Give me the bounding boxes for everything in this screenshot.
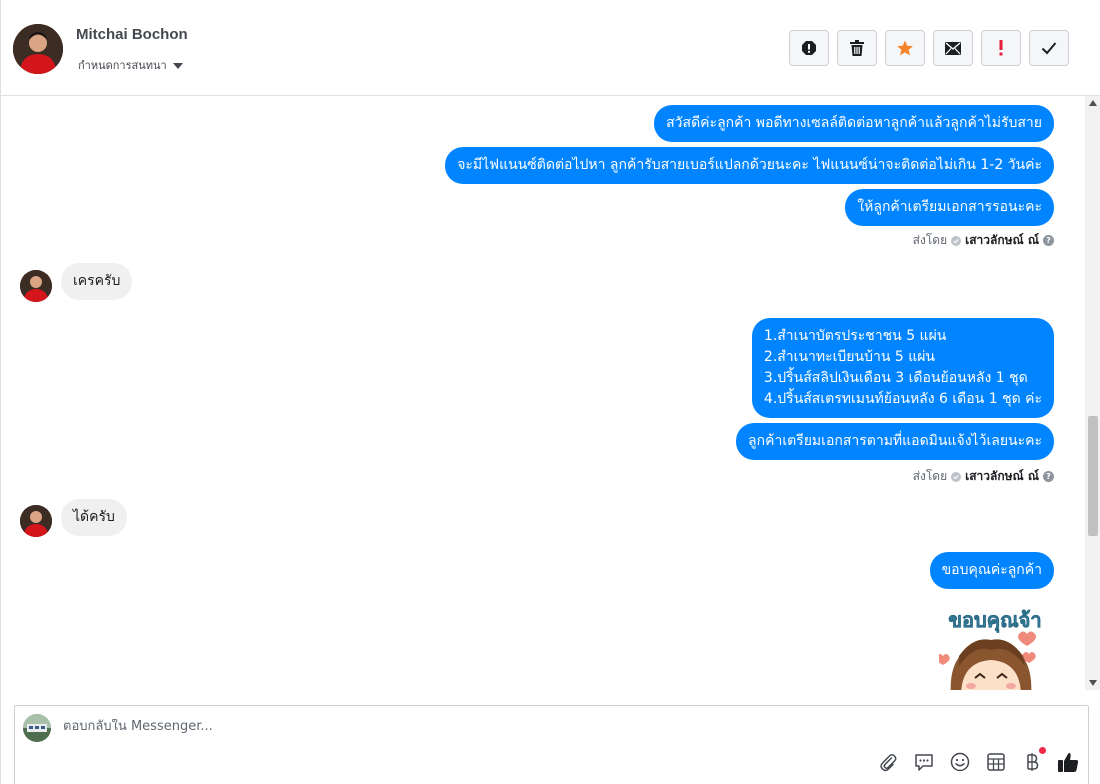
contact-avatar-small[interactable] — [20, 505, 52, 537]
thank-you-sticker[interactable]: ขอบคุณจ้า — [939, 604, 1049, 690]
conversation-toolbar — [789, 30, 1069, 66]
incoming-message[interactable]: ได้ครับ — [61, 499, 127, 536]
reply-input[interactable] — [63, 719, 963, 734]
attach-button[interactable] — [876, 750, 900, 774]
scroll-down-arrow-icon[interactable] — [1089, 680, 1097, 686]
saved-replies-button[interactable] — [912, 750, 936, 774]
outgoing-message[interactable]: จะมีไฟแนนซ์ติดต่อไปหา ลูกค้ารับสายเบอร์แ… — [445, 147, 1054, 184]
baht-icon — [1027, 753, 1039, 771]
delete-button[interactable] — [837, 30, 877, 66]
spam-button[interactable] — [981, 30, 1021, 66]
outgoing-message[interactable]: 1.สำเนาบัตรประชาชน 5 แผ่น 2.สำเนาทะเบียน… — [751, 318, 1054, 418]
smiley-icon — [950, 752, 970, 772]
outgoing-message[interactable]: ให้ลูกค้าเตรียมเอกสารรอนะคะ — [845, 189, 1054, 226]
schedule-dropdown[interactable]: กำหนดการสนทนา — [78, 56, 183, 74]
speech-bubble-icon — [915, 754, 933, 771]
mark-unread-button[interactable] — [933, 30, 973, 66]
table-icon — [987, 753, 1005, 771]
caret-down-icon — [172, 62, 183, 69]
contact-avatar-small[interactable] — [20, 270, 52, 302]
sent-by-prefix: ส่งโดย — [912, 233, 948, 247]
message-composer — [14, 705, 1089, 784]
composer-toolbar — [876, 747, 1080, 774]
contact-avatar[interactable] — [13, 24, 63, 74]
like-button[interactable] — [1056, 750, 1080, 774]
contact-name[interactable]: Mitchai Bochon — [76, 26, 188, 43]
messenger-window: Mitchai Bochon กำหนดการสนทนา สวัสดีค่ะลู… — [0, 0, 1100, 784]
outgoing-message[interactable]: ขอบคุณค่ะลูกค้า — [929, 552, 1054, 589]
outgoing-message[interactable]: สวัสดีค่ะลูกค้า พอดีทางเซลล์ติดต่อหาลูกค… — [654, 105, 1054, 142]
scroll-up-arrow-icon[interactable] — [1089, 100, 1097, 106]
page-avatar — [23, 714, 51, 742]
message-thread: สวัสดีค่ะลูกค้า พอดีทางเซลล์ติดต่อหาลูกค… — [1, 96, 1085, 690]
sticker-girl-icon — [939, 631, 1036, 690]
sent-by-info: ส่งโดย เสาวลักษณ์ ณ์ ? — [913, 467, 1054, 486]
help-icon[interactable]: ? — [1043, 471, 1054, 482]
check-circle-icon — [951, 471, 962, 482]
scroll-thumb[interactable] — [1088, 416, 1098, 536]
thumbs-up-icon — [1058, 753, 1079, 772]
conversation-header: Mitchai Bochon กำหนดการสนทนา — [1, 0, 1100, 96]
envelope-icon — [945, 41, 961, 55]
trash-icon — [850, 40, 864, 56]
schedule-label: กำหนดการสนทนา — [78, 59, 167, 72]
check-icon — [1041, 42, 1057, 55]
sent-by-prefix: ส่งโดย — [912, 469, 948, 483]
exclamation-icon — [999, 40, 1003, 56]
thread-scrollbar[interactable] — [1085, 96, 1100, 690]
check-circle-icon — [951, 235, 962, 246]
incoming-message[interactable]: เครครับ — [61, 263, 133, 300]
report-button[interactable] — [789, 30, 829, 66]
sent-by-info: ส่งโดย เสาวลักษณ์ ณ์ ? — [913, 231, 1054, 250]
report-icon — [802, 41, 816, 55]
payment-button[interactable] — [1020, 747, 1046, 774]
star-icon — [897, 40, 913, 56]
agent-name: เสาวลักษณ์ ณ์ — [965, 469, 1039, 483]
appointment-button[interactable] — [984, 750, 1008, 774]
mark-done-button[interactable] — [1029, 30, 1069, 66]
paperclip-icon — [880, 754, 897, 772]
notification-dot — [1039, 747, 1046, 754]
outgoing-message[interactable]: ลูกค้าเตรียมเอกสารตามที่แอดมินแจ้งไว้เลย… — [736, 423, 1054, 460]
agent-name: เสาวลักษณ์ ณ์ — [965, 233, 1039, 247]
star-button[interactable] — [885, 30, 925, 66]
emoji-button[interactable] — [948, 750, 972, 774]
help-icon[interactable]: ? — [1043, 235, 1054, 246]
